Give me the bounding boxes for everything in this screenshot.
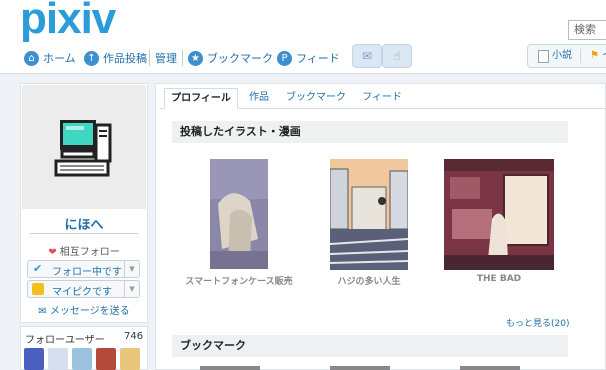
book-icon — [538, 50, 549, 63]
bookmark-thumbnail[interactable] — [460, 366, 520, 370]
following-label: フォロー中です — [52, 267, 122, 278]
nav-upload-label: 作品投稿 — [103, 52, 147, 65]
follower-avatar[interactable] — [96, 348, 116, 370]
messages-button[interactable]: ✉ — [352, 44, 382, 68]
send-message-label: メッセージを送る — [49, 306, 130, 317]
notifications-button[interactable]: ☝ — [382, 44, 412, 68]
flag-icon: ⚑ — [590, 50, 599, 61]
mypic-icon — [32, 283, 44, 295]
nav-divider — [182, 50, 183, 66]
see-more-link[interactable]: もっと見る(20) — [506, 316, 569, 329]
mypic-label: マイピクです — [52, 287, 112, 298]
chevron-down-icon[interactable]: ▼ — [124, 281, 139, 297]
novel-switch[interactable]: 小説 ⚑ イ — [527, 44, 606, 68]
home-icon: ⌂ — [24, 50, 39, 66]
follower-avatar[interactable] — [48, 348, 68, 370]
nav-manage[interactable]: 管理 — [155, 47, 177, 69]
star-icon: ★ — [188, 50, 203, 66]
following-users-count: 746 — [124, 331, 144, 342]
username[interactable]: にほへ — [20, 214, 148, 233]
feed-icon: P — [277, 50, 292, 66]
tab-profile[interactable]: プロフィール — [164, 88, 238, 109]
switch-divider — [580, 49, 581, 63]
nav-bookmark-label: ブックマーク — [207, 52, 273, 65]
upload-icon: ↑ — [84, 50, 99, 66]
thumbnail-image — [330, 159, 408, 270]
pixiv-logo[interactable]: pixiv — [20, 0, 116, 44]
work-thumbnail[interactable] — [330, 159, 408, 270]
works-section-title: 投稿したイラスト・漫画 — [172, 121, 568, 143]
tab-works[interactable]: 作品 — [244, 88, 274, 109]
work-thumbnail[interactable] — [444, 159, 554, 270]
search-input[interactable]: 検索 — [568, 20, 606, 40]
check-icon: ✔ — [33, 262, 43, 275]
nav-manage-label: 管理 — [155, 52, 177, 65]
message-icon: ✉ — [38, 306, 47, 317]
novel-label: 小説 — [552, 50, 572, 61]
pixel-computer-icon — [54, 120, 112, 177]
tab-bookmarks[interactable]: ブックマーク — [285, 88, 347, 109]
nav-divider — [149, 50, 150, 66]
following-button[interactable]: ✔ フォロー中です ▼ — [27, 260, 140, 278]
nav-home-label: ホーム — [43, 52, 76, 65]
work-thumbnail[interactable] — [210, 159, 268, 269]
work-caption[interactable]: THE BAD — [459, 274, 539, 284]
follower-avatar[interactable] — [72, 348, 92, 370]
send-message-link[interactable]: ✉ メッセージを送る — [20, 302, 148, 317]
thumbnail-image — [210, 159, 268, 269]
bookmark-thumbnail[interactable] — [200, 366, 260, 370]
thumbnail-image — [444, 159, 554, 270]
following-users-label[interactable]: フォローユーザー — [25, 331, 105, 346]
nav-feed[interactable]: P フィード — [277, 47, 340, 69]
tab-feed[interactable]: フィード — [360, 88, 404, 109]
username-divider — [30, 233, 138, 234]
follower-avatar[interactable] — [24, 348, 44, 370]
bookmarks-section-title: ブックマーク — [172, 335, 568, 357]
follower-avatar[interactable] — [120, 348, 140, 370]
mail-icon: ✉ — [361, 49, 373, 63]
mypic-button[interactable]: マイピクです ▼ — [27, 280, 140, 298]
nav-feed-label: フィード — [296, 52, 340, 65]
nav-bookmark[interactable]: ★ ブックマーク — [188, 47, 273, 69]
avatar[interactable] — [22, 85, 146, 209]
mutual-label: 相互フォロー — [59, 247, 120, 258]
work-caption[interactable]: スマートフォンケース販売 — [180, 274, 298, 287]
nav-home[interactable]: ⌂ ホーム — [24, 47, 76, 69]
hand-icon: ☝ — [393, 49, 401, 63]
mutual-follow-status: ❤ 相互フォロー — [20, 243, 148, 258]
illust-label: イ — [602, 45, 606, 67]
heart-icon: ❤ — [48, 247, 57, 258]
work-caption[interactable]: ハジの多い人生 — [318, 274, 420, 287]
bookmark-thumbnail[interactable] — [330, 366, 390, 370]
nav-upload[interactable]: ↑ 作品投稿 — [84, 47, 147, 69]
chevron-down-icon[interactable]: ▼ — [124, 261, 139, 277]
